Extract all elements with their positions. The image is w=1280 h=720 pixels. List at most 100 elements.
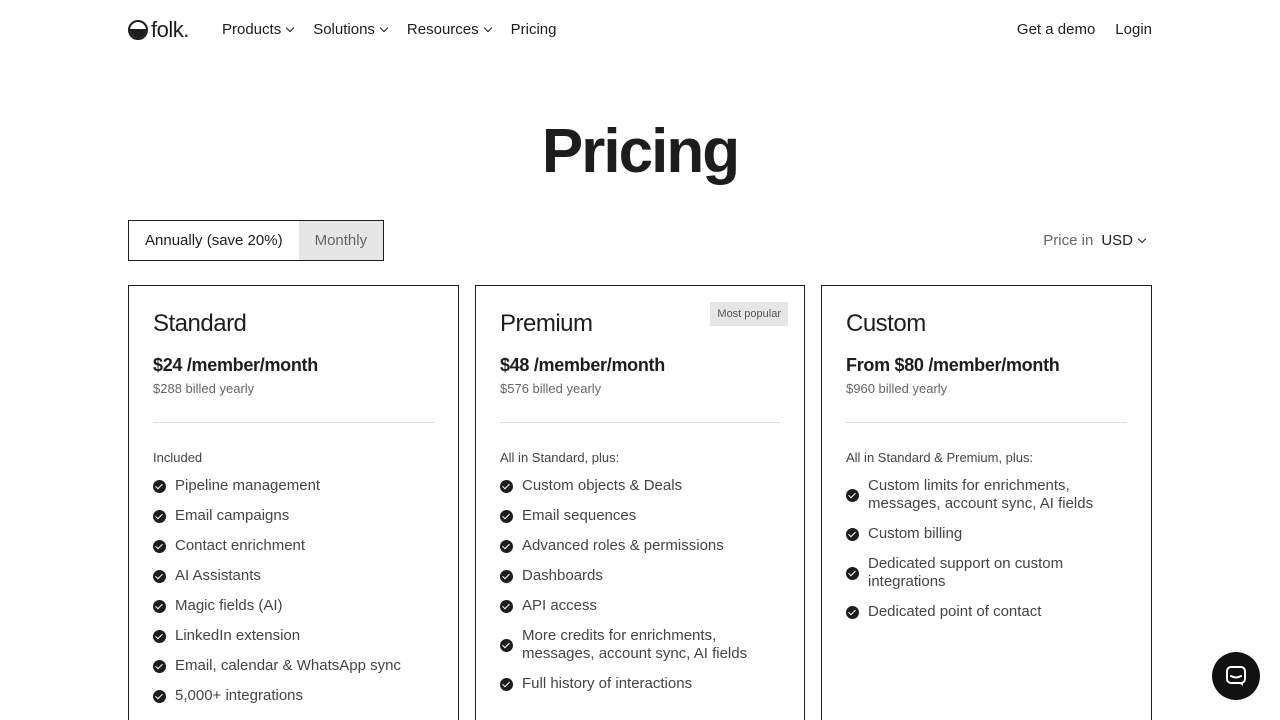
plan-price: $24 /member/month (153, 355, 318, 375)
nav-solutions[interactable]: Solutions (313, 21, 389, 38)
billing-monthly-option[interactable]: Monthly (298, 221, 384, 260)
feature-item: AI Assistants (153, 567, 434, 585)
feature-item: Custom limits for enrichments, messages,… (846, 477, 1127, 513)
check-circle-icon (500, 677, 513, 691)
header-actions: Get a demo Login (1017, 21, 1152, 38)
chat-launcher-button[interactable] (1212, 652, 1260, 700)
feature-item: Pipeline management (153, 477, 434, 495)
feature-label: Advanced roles & permissions (522, 537, 724, 554)
chevron-down-icon (1137, 234, 1147, 244)
chevron-down-icon (483, 23, 492, 33)
feature-label: Dashboards (522, 567, 603, 584)
check-circle-icon (153, 599, 166, 613)
billing-toggle: Annually (save 20%) Monthly (128, 220, 385, 261)
folk-logo[interactable]: folk. (128, 19, 189, 41)
nav-pricing-label: Pricing (510, 21, 557, 38)
feature-label: Email campaigns (175, 507, 290, 524)
feature-item: LinkedIn extension (153, 627, 434, 645)
feature-label: Magic fields (AI) (175, 597, 283, 614)
features-heading: Included (153, 450, 203, 465)
feature-label: Pipeline management (175, 477, 321, 494)
feature-label: Dedicated point of contact (868, 603, 1042, 620)
feature-item: Magic fields (AI) (153, 597, 434, 615)
divider (500, 422, 780, 423)
divider (153, 422, 434, 423)
nav-resources[interactable]: Resources (406, 21, 492, 38)
check-circle-icon (153, 629, 166, 643)
feature-list: Pipeline management Email campaigns Cont… (153, 477, 434, 717)
check-circle-icon (153, 509, 166, 523)
feature-item: Custom objects & Deals (500, 477, 780, 495)
get-demo-link[interactable]: Get a demo (1017, 21, 1095, 38)
check-circle-icon (846, 527, 859, 541)
feature-item: Contact enrichment (153, 537, 434, 555)
feature-label: AI Assistants (175, 567, 261, 584)
plan-name: Premium (500, 310, 593, 337)
check-circle-icon (500, 539, 513, 553)
plan-card-custom: Custom From $80 /member/month $960 bille… (821, 285, 1152, 720)
chevron-down-icon (379, 23, 389, 33)
plan-billed: $576 billed yearly (500, 381, 602, 396)
check-circle-icon (500, 569, 513, 583)
nav-pricing[interactable]: Pricing (511, 21, 557, 38)
folk-logo-icon (128, 20, 148, 40)
feature-item: Email sequences (500, 507, 780, 525)
feature-label: Custom limits for enrichments, messages,… (868, 477, 1094, 512)
plan-price: From $80 /member/month (846, 355, 1060, 375)
feature-label: LinkedIn extension (175, 627, 301, 644)
feature-label: API access (522, 597, 598, 614)
nav-products[interactable]: Products (222, 21, 295, 38)
check-circle-icon (153, 539, 166, 553)
feature-item: Dashboards (500, 567, 780, 585)
feature-item: Full history of interactions (500, 675, 780, 693)
check-circle-icon (846, 605, 859, 619)
nav-products-label: Products (222, 21, 282, 38)
check-circle-icon (153, 659, 166, 673)
plan-name: Standard (153, 310, 247, 337)
feature-item: Dedicated point of contact (846, 603, 1127, 621)
divider (846, 422, 1127, 423)
feature-item: Advanced roles & permissions (500, 537, 780, 555)
site-header: folk. Products Solutions Resources Prici… (0, 0, 1280, 60)
feature-label: Custom billing (868, 525, 963, 542)
page-title: Pricing (541, 117, 740, 186)
plan-name: Custom (846, 310, 926, 337)
nav-solutions-label: Solutions (313, 21, 375, 38)
currency-dropdown[interactable]: USD (1101, 232, 1147, 249)
currency-value: USD (1101, 232, 1133, 249)
logo-text: folk. (151, 17, 189, 42)
plan-card-standard: Standard $24 /member/month $288 billed y… (128, 285, 459, 720)
check-circle-icon (500, 599, 513, 613)
login-link[interactable]: Login (1115, 21, 1152, 38)
feature-label: Contact enrichment (175, 537, 306, 554)
feature-item: More credits for enrichments, messages, … (500, 627, 780, 663)
check-circle-icon (500, 638, 513, 652)
feature-label: Email sequences (522, 507, 637, 524)
currency-label: Price in (1043, 232, 1094, 249)
feature-item: Dedicated support on custom integrations (846, 555, 1127, 591)
check-circle-icon (500, 479, 513, 493)
currency-selector: Price in USD (1043, 232, 1147, 249)
feature-item: API access (500, 597, 780, 615)
chevron-down-icon (285, 23, 295, 33)
feature-list: Custom limits for enrichments, messages,… (846, 477, 1127, 633)
nav-resources-label: Resources (406, 21, 479, 38)
chat-icon (1226, 666, 1246, 686)
plan-card-premium: Most popular Premium $48 /member/month $… (475, 285, 805, 720)
most-popular-badge: Most popular (710, 302, 788, 326)
feature-label: Dedicated support on custom integrations (868, 555, 1064, 590)
features-heading: All in Standard & Premium, plus: (846, 450, 1034, 465)
check-circle-icon (500, 509, 513, 523)
billing-annual-option[interactable]: Annually (save 20%) (129, 221, 299, 260)
main-nav: Products Solutions Resources Pricing (222, 21, 556, 38)
feature-label: Custom objects & Deals (522, 477, 683, 494)
feature-item: Email campaigns (153, 507, 434, 525)
feature-label: More credits for enrichments, messages, … (522, 627, 748, 662)
feature-item: Email, calendar & WhatsApp sync (153, 657, 434, 675)
plan-billed: $288 billed yearly (153, 381, 255, 396)
check-circle-icon (153, 479, 166, 493)
features-heading: All in Standard, plus: (500, 450, 620, 465)
feature-list: Custom objects & Deals Email sequences A… (500, 477, 780, 705)
feature-label: Full history of interactions (522, 675, 693, 692)
plan-billed: $960 billed yearly (846, 381, 948, 396)
